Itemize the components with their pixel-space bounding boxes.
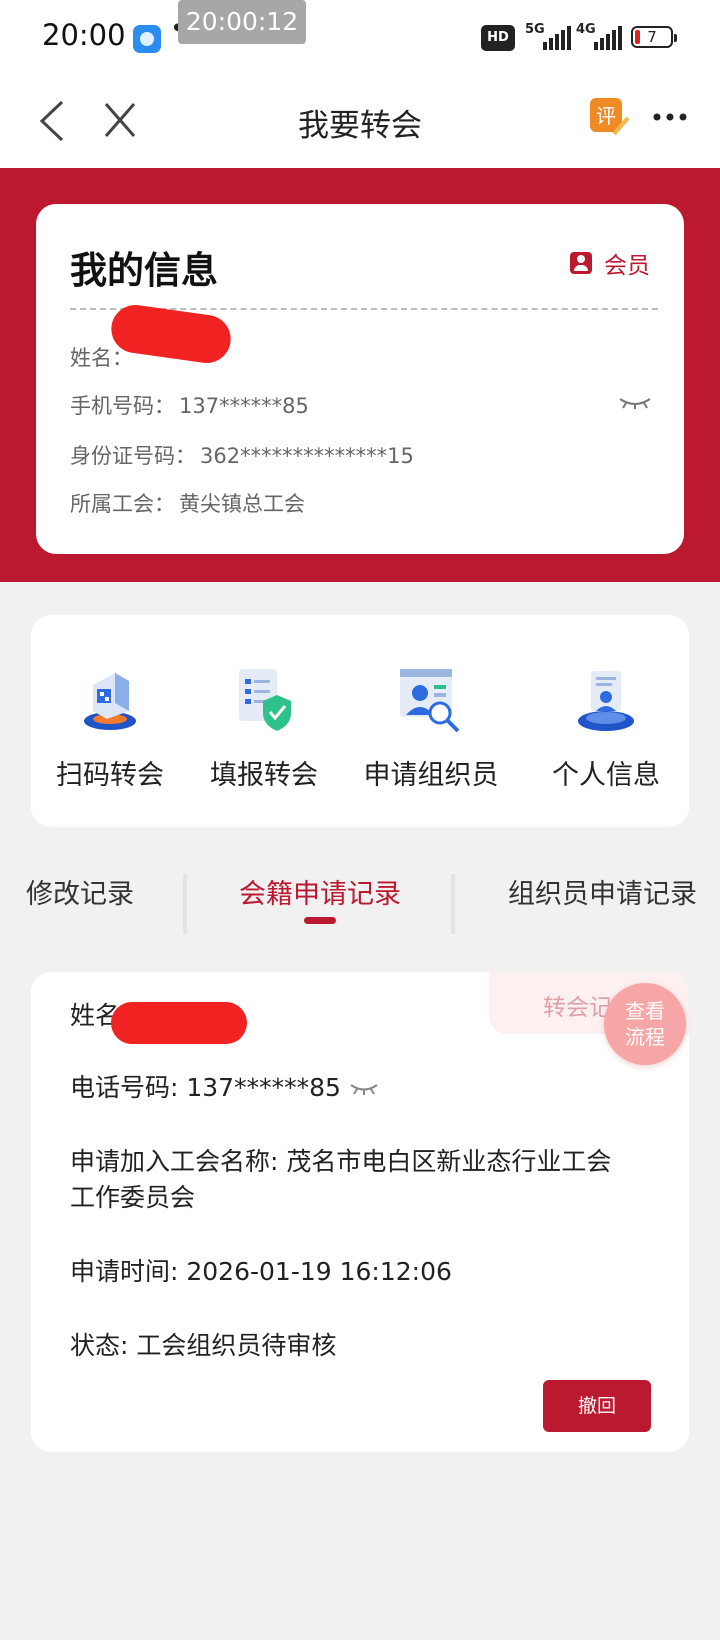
active-tab-indicator [304, 917, 336, 924]
organizer-search-icon [400, 669, 460, 733]
record-status: 状态: 工会组织员待审核 [70, 1331, 337, 1360]
phone-row: 手机号码： 137******85 [70, 394, 309, 418]
form-shield-icon [239, 669, 291, 731]
view-flow-button[interactable]: 查看 流程 [604, 983, 686, 1065]
record-union-line2: 工作委员会 [70, 1183, 196, 1212]
signal-5g-icon: 5G [525, 22, 571, 50]
app-notification-icon [133, 25, 161, 53]
revoke-button[interactable]: 撤回 [543, 1380, 651, 1432]
more-icon[interactable] [650, 102, 690, 132]
name-redaction [111, 1002, 247, 1044]
tab-divider [451, 874, 455, 934]
personal-info-button[interactable]: 个人信息 [523, 615, 689, 827]
clock-overlay: 20:00:12 [178, 0, 306, 44]
info-title: 我的信息 [70, 249, 218, 292]
tab-membership-records[interactable]: 会籍申请记录 [239, 872, 401, 911]
hd-voice-icon: HD [481, 25, 515, 51]
svg-text:评: 评 [596, 104, 616, 128]
record-tabs: 修改记录 会籍申请记录 组织员申请记录 [0, 860, 720, 940]
battery-icon: 7 [631, 26, 677, 48]
status-time: 20:00 [42, 18, 126, 52]
member-icon [570, 252, 592, 274]
nav-bar: 我要转会 评 [0, 78, 720, 168]
record-union-line1: 申请加入工会名称: 茂名市电白区新业态行业工会 [70, 1147, 612, 1176]
eye-closed-icon[interactable] [618, 396, 652, 410]
record-phone: 电话号码: 137******85 [70, 1068, 379, 1104]
id-row: 身份证号码： 362**************15 [70, 444, 414, 468]
scan-transfer-button[interactable]: 扫码转会 [31, 615, 189, 827]
tab-divider [183, 874, 187, 934]
action-grid: 扫码转会 填报转会 申请组织员 个人信息 [31, 615, 689, 827]
fill-transfer-button[interactable]: 填报转会 [189, 615, 339, 827]
signal-4g-icon: 4G [576, 22, 622, 50]
member-badge: 会员 [570, 248, 650, 279]
tab-modify-records[interactable]: 修改记录 [26, 872, 134, 911]
record-time: 申请时间: 2026-01-19 16:12:06 [70, 1257, 452, 1286]
my-info-card: 我的信息 会员 姓名： 手机号码： 137******85 身份证号码： 362**… [36, 204, 684, 554]
eye-closed-icon[interactable] [349, 1082, 379, 1096]
union-row: 所属工会： 黄尖镇总工会 [70, 492, 305, 516]
tab-organizer-records[interactable]: 组织员申请记录 [508, 872, 697, 911]
rate-icon[interactable]: 评 [588, 96, 630, 138]
personal-info-icon [578, 671, 634, 731]
apply-organizer-button[interactable]: 申请组织员 [339, 615, 523, 827]
status-bar: 20:00 ••• HD 5G 4G 7 [0, 0, 720, 78]
qr-transfer-icon [84, 673, 136, 730]
